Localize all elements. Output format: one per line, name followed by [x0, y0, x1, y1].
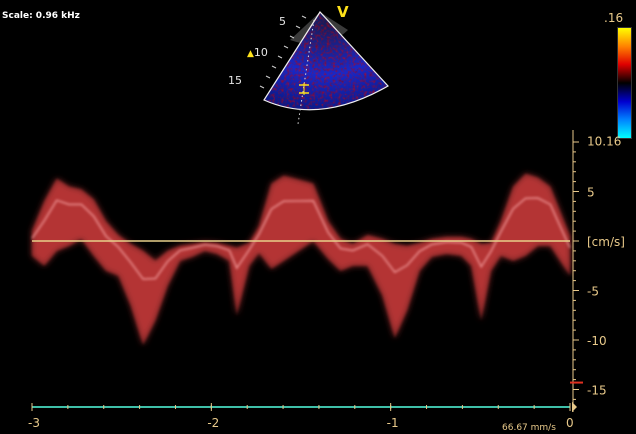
depth-label-5: 5 — [279, 15, 286, 28]
depth-label-10: ▲10 — [247, 46, 268, 59]
time-tick-label: -1 — [387, 416, 399, 430]
velocity-top-label: 10.16 — [587, 134, 621, 148]
time-axis: -3 -2 -1 0 — [28, 402, 577, 430]
time-tick-label: -2 — [207, 416, 219, 430]
sample-gate-icon[interactable] — [296, 82, 312, 96]
velocity-tick-label: [cm/s] — [587, 235, 625, 249]
spectral-doppler-display: 10.165[cm/s]-5-10-15 -3 -2 -1 0 — [28, 130, 625, 430]
view-marker: V — [337, 3, 349, 21]
velocity-axis: 10.16 5 [cm/s] -5 -10 -15 — [570, 130, 625, 412]
scale-readout: Scale: 0.96 kHz — [2, 11, 80, 21]
velocity-tick-label: -15 — [587, 384, 607, 398]
doppler-spectrum-trace — [31, 173, 571, 345]
velocity-tick-label: -10 — [587, 334, 607, 348]
depth-label-15: 15 — [228, 74, 242, 87]
color-flow-sector: 5 ▲10 15 — [228, 0, 390, 125]
sector-image — [259, 11, 389, 125]
color-scale-top-label: .16 — [604, 11, 624, 25]
sweep-position-icon — [572, 402, 577, 412]
velocity-tick-label: -5 — [587, 285, 599, 299]
triangle-focus-icon: ▲ — [247, 49, 254, 59]
time-tick-label: 0 — [566, 416, 574, 430]
velocity-tick-label: 5 — [587, 186, 595, 200]
spectrum-envelope — [32, 173, 570, 345]
time-tick-label: -3 — [28, 416, 40, 430]
sweep-speed-readout: 66.67 mm/s — [502, 423, 556, 433]
